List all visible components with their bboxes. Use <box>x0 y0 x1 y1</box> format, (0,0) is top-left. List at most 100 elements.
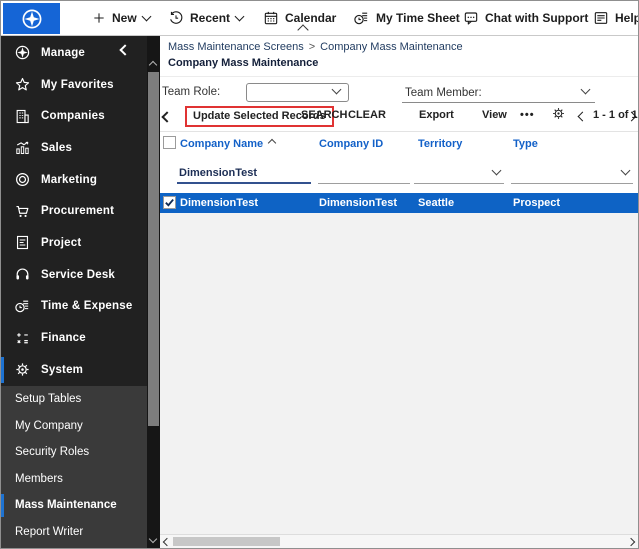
sidebar-item-my-favorites[interactable]: My Favorites <box>1 69 147 101</box>
sidebar-item-marketing[interactable]: Marketing <box>1 164 147 196</box>
sidebar-item-time-expense[interactable]: Time & Expense <box>1 291 147 323</box>
submenu-item-setup-tables[interactable]: Setup Tables <box>1 386 147 413</box>
nav-new[interactable]: New <box>92 1 152 35</box>
sidebar-item-project[interactable]: Project <box>1 227 147 259</box>
chevron-down-icon <box>234 11 245 22</box>
timesheet-icon <box>353 10 370 27</box>
breadcrumb: Mass Maintenance Screens > Company Mass Ma… <box>168 41 463 53</box>
column-label: Company Name <box>180 138 264 150</box>
nav-help[interactable]: Help <box>593 1 638 35</box>
previous-page-icon[interactable] <box>577 111 588 122</box>
horizontal-scrollbar[interactable] <box>160 534 638 548</box>
system-submenu: Setup Tables My Company Security Roles M… <box>1 386 147 548</box>
chevron-down-icon <box>580 84 591 95</box>
sidebar-item-finance[interactable]: Finance <box>1 322 147 354</box>
table-filter-row <box>160 160 638 190</box>
check-icon <box>165 198 174 207</box>
nav-my-time-sheet[interactable]: My Time Sheet <box>353 1 460 35</box>
filter-input-company-name[interactable] <box>177 164 311 184</box>
column-header-company-id[interactable]: Company ID <box>319 138 383 150</box>
sidebar-item-label: Marketing <box>41 173 98 186</box>
star-icon <box>14 76 31 93</box>
scroll-up-icon[interactable] <box>148 60 158 70</box>
submenu-item-report-writer[interactable]: Report Writer <box>1 519 147 546</box>
top-navigation-bar: New Recent Calendar My Time Sheet Chat w… <box>1 1 638 36</box>
sidebar-item-label: Procurement <box>41 205 115 218</box>
gear-icon <box>551 106 566 121</box>
chevron-down-icon <box>331 84 342 95</box>
filter-select-territory[interactable] <box>414 164 504 184</box>
chevron-down-icon <box>620 165 631 176</box>
nav-recent[interactable]: Recent <box>168 1 245 35</box>
sidebar-item-label: Project <box>41 236 82 249</box>
sidebar-item-label: Manage <box>41 46 86 59</box>
nav-my-time-sheet-label: My Time Sheet <box>376 11 460 25</box>
scroll-down-icon[interactable] <box>148 534 158 544</box>
cell-territory: Seattle <box>418 197 455 209</box>
search-button[interactable]: SEARCH <box>301 109 347 121</box>
filter-input-company-id[interactable] <box>318 164 410 184</box>
breadcrumb-link-company-mass-maintenance[interactable]: Company Mass Maintenance <box>320 41 462 53</box>
chevron-down-icon <box>141 11 152 22</box>
team-role-select[interactable] <box>246 83 349 102</box>
submenu-item-label: Members <box>15 472 63 485</box>
compass-logo-icon <box>20 7 44 31</box>
breadcrumb-link-mass-maintenance-screens[interactable]: Mass Maintenance Screens <box>168 41 304 53</box>
scrollbar-thumb[interactable] <box>173 537 280 546</box>
more-options-button[interactable]: ••• <box>520 109 535 121</box>
main-content: Mass Maintenance Screens > Company Mass Ma… <box>160 36 638 548</box>
nav-chat-with-support[interactable]: Chat with Support <box>463 1 588 35</box>
sidebar-item-label: Companies <box>41 110 105 123</box>
team-member-select[interactable]: Team Member: <box>402 81 595 103</box>
scroll-left-icon[interactable] <box>162 537 172 547</box>
grid-toolbar: Update Selected Records SEARCH CLEAR Exp… <box>160 106 638 130</box>
back-icon[interactable] <box>161 111 173 123</box>
cart-icon <box>14 203 31 220</box>
cell-company-name: DimensionTest <box>180 197 259 209</box>
submenu-item-security-roles[interactable]: Security Roles <box>1 439 147 466</box>
submenu-item-label: Report Writer <box>15 525 84 538</box>
table-row-dimensiontest[interactable]: DimensionTest DimensionTest Seattle Pros… <box>160 193 638 213</box>
scroll-right-icon[interactable] <box>626 537 636 547</box>
submenu-item-mass-maintenance[interactable]: Mass Maintenance <box>1 492 147 519</box>
submenu-item-members[interactable]: Members <box>1 466 147 493</box>
team-member-label: Team Member: <box>405 87 482 99</box>
select-all-checkbox[interactable] <box>163 136 176 149</box>
headset-icon <box>14 266 31 283</box>
sidebar-item-companies[interactable]: Companies <box>1 100 147 132</box>
team-role-label: Team Role: <box>162 86 221 98</box>
sidebar-item-procurement[interactable]: Procurement <box>1 195 147 227</box>
nav-calendar-label: Calendar <box>285 11 337 25</box>
nav-recent-label: Recent <box>190 11 231 25</box>
grid-settings-gear-icon[interactable] <box>551 106 566 121</box>
cell-company-id: DimensionTest <box>319 197 398 209</box>
filter-select-type[interactable] <box>511 164 633 184</box>
app-logo[interactable] <box>3 3 60 34</box>
building-icon <box>14 108 31 125</box>
submenu-item-label: Security Roles <box>15 446 90 459</box>
sidebar-item-sales[interactable]: Sales <box>1 132 147 164</box>
collapse-sidebar-icon[interactable] <box>119 44 131 56</box>
math-symbols-icon <box>14 330 31 347</box>
app-window: New Recent Calendar My Time Sheet Chat w… <box>0 0 639 549</box>
plus-icon <box>92 11 106 25</box>
chart-icon <box>14 139 31 156</box>
sidebar-item-label: Service Desk <box>41 268 116 281</box>
view-button[interactable]: View <box>482 109 507 121</box>
sidebar-item-system[interactable]: System <box>1 354 147 386</box>
column-header-type[interactable]: Type <box>513 138 538 150</box>
page-title: Company Mass Maintenance <box>168 57 319 69</box>
scrollbar-thumb[interactable] <box>148 72 159 426</box>
sidebar-item-manage[interactable]: Manage <box>1 37 147 69</box>
column-header-territory[interactable]: Territory <box>418 138 462 150</box>
sidebar-item-label: Time & Expense <box>41 300 133 313</box>
row-checkbox-checked[interactable] <box>163 196 176 209</box>
column-header-company-name[interactable]: Company Name <box>180 138 277 150</box>
sidebar-scrollbar[interactable] <box>147 36 160 548</box>
sidebar-item-service-desk[interactable]: Service Desk <box>1 259 147 291</box>
clock-sheet-icon <box>14 298 31 315</box>
export-button[interactable]: Export <box>419 109 454 121</box>
sidebar-item-label: My Favorites <box>41 78 114 91</box>
clear-button[interactable]: CLEAR <box>348 109 386 121</box>
submenu-item-my-company[interactable]: My Company <box>1 413 147 440</box>
